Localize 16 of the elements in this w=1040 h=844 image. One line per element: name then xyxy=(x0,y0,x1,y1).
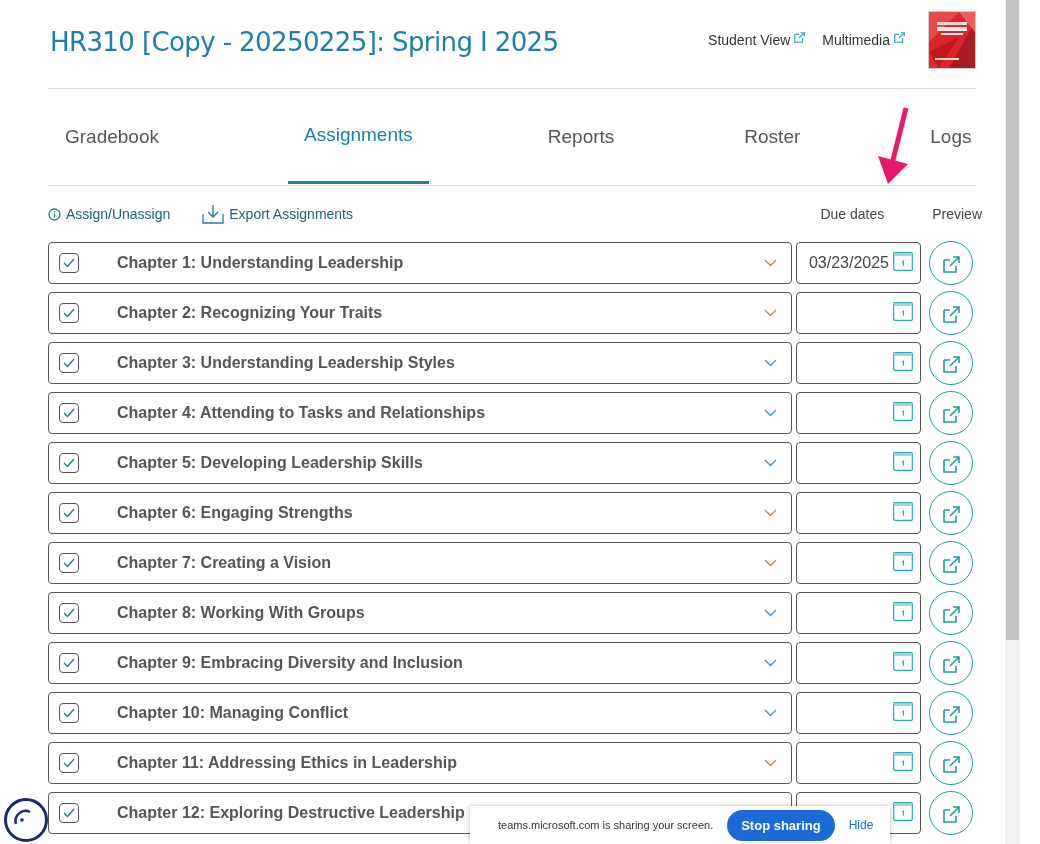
chapter-title: Chapter 7: Creating a Vision xyxy=(117,554,332,572)
course-title: HR310 [Copy - 20250225]: Spring I 2025 xyxy=(50,27,559,57)
chapter-title: Chapter 3: Understanding Leadership Styles xyxy=(117,354,456,372)
share-message: teams.microsoft.com is sharing your screen. xyxy=(498,819,714,831)
chapter-title: Chapter 5: Developing Leadership Skills xyxy=(117,454,424,472)
chapter-title: Chapter 6: Engaging Strengths xyxy=(117,504,354,522)
chapter-title: Chapter 11: Addressing Ethics in Leadership xyxy=(117,754,458,772)
chapter-title: Chapter 12: Exploring Destructive Leadership xyxy=(117,804,466,822)
chapter-title: Chapter 8: Working With Groups xyxy=(117,604,366,622)
chapter-title: Chapter 1: Understanding Leadership xyxy=(117,254,405,272)
chapter-title: Chapter 2: Recognizing Your Traits xyxy=(117,304,384,322)
column-header: Due dates xyxy=(820,206,885,222)
chapter-title: Chapter 4: Attending to Tasks and Relationships xyxy=(117,404,487,422)
chapter-title: Chapter 9: Embracing Diversity and Inclusion xyxy=(117,654,464,672)
column-header: Preview xyxy=(932,206,982,222)
chapter-title: Chapter 10: Managing Conflict xyxy=(117,704,350,722)
